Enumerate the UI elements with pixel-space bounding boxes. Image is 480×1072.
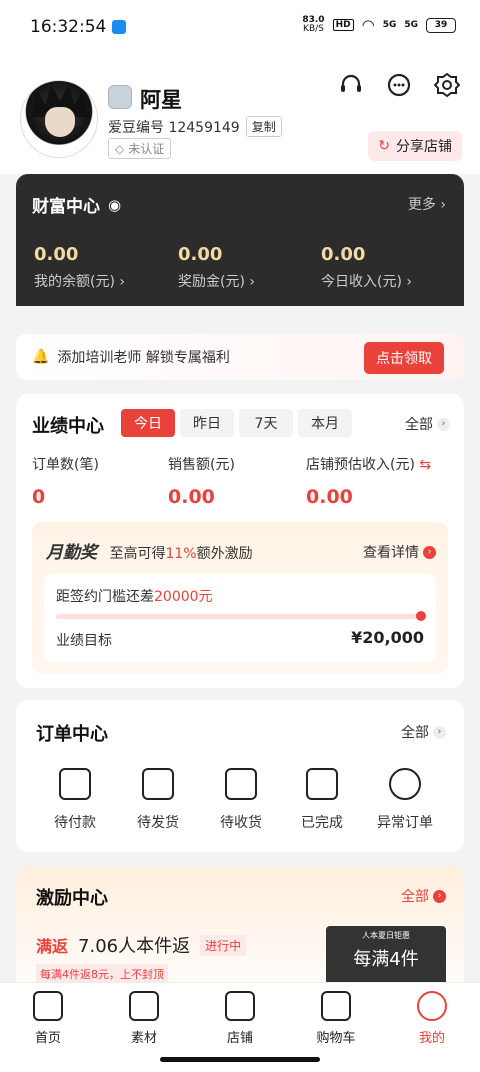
top-actions [338, 72, 460, 98]
nav-store[interactable]: 店铺 [205, 991, 275, 1046]
orders-all-link[interactable]: 全部 › [401, 722, 446, 742]
reward[interactable]: 0.00 奖励金(元) › [178, 244, 255, 291]
shield-icon: ◇ [115, 141, 125, 156]
copy-button[interactable]: 复制 [245, 116, 282, 137]
order-pending-receive[interactable]: 待收货 [201, 768, 281, 832]
order-pending-payment[interactable]: 待付款 [35, 768, 115, 832]
status-bar: 16:32:54 83.0 KB/S HD ◠ 5G 5G 39 [0, 0, 480, 56]
nav-cart[interactable]: 购物车 [301, 991, 371, 1046]
cart-icon [321, 991, 351, 1021]
gap-text: 距签约门槛还差20000元 [56, 589, 213, 605]
user-id-line: 爱豆编号 12459149 复制 [108, 116, 282, 137]
truck-icon [225, 768, 257, 800]
message-icon[interactable] [386, 72, 412, 98]
image-icon [129, 991, 159, 1021]
performance-center: 业绩中心 今日 昨日 7天 本月 全部 › 订单数(笔) 0 销售额(元) 0.00 … [16, 394, 464, 688]
nav-material[interactable]: 素材 [109, 991, 179, 1046]
chevron-right-icon: › [433, 725, 446, 739]
target-box: 距签约门槛还差20000元 业绩目标 ¥20,000 [44, 574, 436, 662]
wifi-icon: ◠ [361, 16, 375, 34]
order-center: 订单中心 全部 › 待付款 待发货 待收货 已完成 异常订单 [16, 700, 464, 852]
incent-note: 每满4件返8元，上不封顶 [36, 964, 168, 984]
signal-icon-2: 5G [404, 20, 418, 30]
tab-today[interactable]: 今日 [121, 409, 175, 437]
perf-title: 业绩中心 [32, 416, 104, 437]
swap-icon: ⇆ [414, 457, 432, 473]
signal-icon-1: 5G [382, 20, 397, 30]
target-label: 业绩目标 [56, 633, 112, 649]
bell-icon: 🔔 [32, 349, 50, 365]
order-completed[interactable]: 已完成 [282, 768, 362, 832]
wealth-title: 财富中心 ◉ [32, 195, 122, 218]
box-icon [142, 768, 174, 800]
headset-icon[interactable] [338, 72, 364, 98]
user-icon [417, 991, 447, 1021]
status-icons: 83.0 KB/S HD ◠ 5G 5G 39 [302, 16, 456, 34]
share-icon: ↻ [378, 138, 390, 154]
target-value: ¥20,000 [351, 628, 424, 647]
checklist-icon [306, 768, 338, 800]
wealth-more-link[interactable]: 更多 › [408, 194, 446, 214]
share-store-button[interactable]: ↻ 分享店铺 [368, 131, 462, 161]
wallet-icon [59, 768, 91, 800]
metric-orders: 订单数(笔) 0 [32, 457, 99, 508]
progress-dot [416, 611, 426, 621]
orders-title: 订单中心 [36, 724, 108, 745]
metric-sales: 销售额(元) 0.00 [168, 457, 235, 508]
chevron-right-icon: › [433, 889, 446, 903]
award-detail-link[interactable]: 查看详情 › [363, 542, 436, 562]
username: 阿星 [140, 88, 182, 112]
metric-income: 店铺预估收入(元) ⇆ 0.00 [306, 457, 432, 508]
nav-home[interactable]: 首页 [13, 991, 83, 1046]
home-icon [33, 991, 63, 1021]
tab-7days[interactable]: 7天 [239, 409, 293, 437]
today-income[interactable]: 0.00 今日收入(元) › [321, 244, 412, 291]
chevron-right-icon: › [423, 545, 436, 559]
eye-icon[interactable]: ◉ [108, 196, 121, 214]
tab-month[interactable]: 本月 [298, 409, 352, 437]
alert-icon [389, 768, 421, 800]
incent-status: 进行中 [200, 934, 247, 956]
chevron-right-icon: › [437, 417, 450, 431]
incent-item[interactable]: 满返 7.06人本件返 进行中 [36, 932, 247, 958]
monthly-award: 月勤奖 至高可得11%额外激励 查看详情 › 距签约门槛还差20000元 业绩目标… [32, 522, 448, 674]
level-badge-icon [108, 85, 132, 109]
store-icon [225, 991, 255, 1021]
user-id: 爱豆编号 12459149 [108, 119, 240, 136]
incent-tag: 满返 [36, 937, 69, 956]
balance[interactable]: 0.00 我的余额(元) › [34, 244, 125, 291]
progress-bar [56, 611, 426, 621]
award-title: 月勤奖 [46, 543, 97, 563]
avatar[interactable] [20, 80, 98, 158]
order-pending-ship[interactable]: 待发货 [118, 768, 198, 832]
clock: 16:32:54 [30, 17, 107, 37]
incent-banner[interactable]: 人本夏日钜惠 每满4件 [326, 926, 446, 986]
incent-all-link[interactable]: 全部 › [401, 886, 446, 906]
order-exception[interactable]: 异常订单 [365, 768, 445, 832]
award-desc: 月勤奖 至高可得11%额外激励 [46, 543, 253, 563]
verify-status[interactable]: ◇ 未认证 [108, 138, 172, 159]
incent-title: 激励中心 [36, 888, 108, 909]
tab-yesterday[interactable]: 昨日 [180, 409, 234, 437]
period-tabs: 今日 昨日 7天 本月 [121, 409, 352, 437]
perf-all-link[interactable]: 全部 › [405, 414, 450, 434]
incent-name: 7.06人本件返 [78, 936, 191, 957]
battery-icon: 39 [426, 17, 456, 33]
app-notification-icon [112, 20, 126, 34]
nav-mine[interactable]: 我的 [397, 991, 467, 1046]
home-indicator[interactable] [160, 1057, 320, 1062]
hd-icon: HD [332, 19, 354, 31]
settings-icon[interactable] [434, 72, 460, 98]
claim-button[interactable]: 点击领取 [364, 342, 444, 374]
wealth-center: 财富中心 ◉ 更多 › 0.00 我的余额(元) › 0.00 奖励金(元) › 0.… [16, 174, 464, 306]
net-speed: 83.0 KB/S [302, 15, 325, 34]
